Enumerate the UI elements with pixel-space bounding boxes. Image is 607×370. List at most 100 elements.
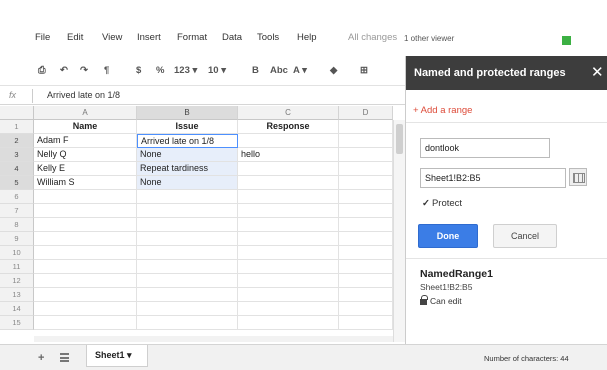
row-header-2[interactable]: 2 <box>0 134 34 148</box>
strikethrough-button[interactable]: Abc <box>270 65 288 76</box>
menu-view[interactable]: View <box>102 32 122 43</box>
range-reference-input[interactable]: Sheet1!B2:B5 <box>420 168 566 188</box>
row-header-15[interactable]: 15 <box>0 316 34 330</box>
add-range-link[interactable]: + Add a range <box>413 105 472 116</box>
protect-checkbox[interactable]: ✓ Protect <box>422 198 462 209</box>
select-range-icon[interactable] <box>569 168 587 186</box>
table-cell[interactable] <box>339 316 393 330</box>
table-cell[interactable] <box>34 260 137 274</box>
cell-d4[interactable] <box>339 162 393 176</box>
row-header-12[interactable]: 12 <box>0 274 34 288</box>
table-cell[interactable] <box>137 302 238 316</box>
menu-help[interactable]: Help <box>297 32 317 43</box>
done-button[interactable]: Done <box>418 224 478 248</box>
cancel-button[interactable]: Cancel <box>493 224 557 248</box>
cell-c5[interactable] <box>238 176 339 190</box>
row-header-3[interactable]: 3 <box>0 148 34 162</box>
table-cell[interactable] <box>339 218 393 232</box>
table-cell[interactable] <box>137 260 238 274</box>
table-cell[interactable] <box>339 232 393 246</box>
cell-b4[interactable]: Repeat tardiness <box>137 162 238 176</box>
spreadsheet-grid[interactable]: A B C D 1 2 3 4 5 6 7 8 9 10 11 12 13 14… <box>0 106 405 342</box>
add-sheet-icon[interactable]: + <box>38 352 44 364</box>
currency-format-button[interactable]: $ <box>136 65 141 76</box>
cell-d1[interactable] <box>339 120 393 134</box>
table-cell[interactable] <box>34 274 137 288</box>
cell-d5[interactable] <box>339 176 393 190</box>
row-header-11[interactable]: 11 <box>0 260 34 274</box>
table-cell[interactable] <box>34 232 137 246</box>
menu-data[interactable]: Data <box>222 32 242 43</box>
scrollbar-thumb[interactable] <box>396 124 403 154</box>
row-header-13[interactable]: 13 <box>0 288 34 302</box>
undo-icon[interactable]: ↶ <box>60 65 68 76</box>
row-header-9[interactable]: 9 <box>0 232 34 246</box>
row-header-8[interactable]: 8 <box>0 218 34 232</box>
cell-b2[interactable]: Arrived late on 1/8 <box>137 134 238 148</box>
all-sheets-icon[interactable] <box>60 353 69 362</box>
menu-edit[interactable]: Edit <box>67 32 83 43</box>
cell-a2[interactable]: Adam F <box>34 134 137 148</box>
cell-d3[interactable] <box>339 148 393 162</box>
select-all-corner[interactable] <box>0 106 34 120</box>
cell-b5[interactable]: None <box>137 176 238 190</box>
cell-c3[interactable]: hello <box>238 148 339 162</box>
table-cell[interactable] <box>339 204 393 218</box>
table-cell[interactable] <box>238 274 339 288</box>
vertical-scrollbar[interactable] <box>393 120 405 342</box>
table-cell[interactable] <box>34 190 137 204</box>
close-icon[interactable]: ✕ <box>591 63 604 81</box>
table-cell[interactable] <box>34 302 137 316</box>
cell-d2[interactable] <box>339 134 393 148</box>
column-header-b[interactable]: B <box>137 106 238 120</box>
table-cell[interactable] <box>238 232 339 246</box>
table-cell[interactable] <box>137 204 238 218</box>
row-header-10[interactable]: 10 <box>0 246 34 260</box>
table-cell[interactable] <box>34 288 137 302</box>
table-cell[interactable] <box>137 246 238 260</box>
table-cell[interactable] <box>238 190 339 204</box>
table-cell[interactable] <box>137 218 238 232</box>
row-header-5[interactable]: 5 <box>0 176 34 190</box>
table-cell[interactable] <box>238 204 339 218</box>
cell-a3[interactable]: Nelly Q <box>34 148 137 162</box>
table-cell[interactable] <box>137 190 238 204</box>
menu-file[interactable]: File <box>35 32 50 43</box>
column-header-d[interactable]: D <box>339 106 393 120</box>
table-cell[interactable] <box>339 288 393 302</box>
table-cell[interactable] <box>34 218 137 232</box>
table-cell[interactable] <box>238 218 339 232</box>
table-cell[interactable] <box>339 274 393 288</box>
cell-a1[interactable]: Name <box>34 120 137 134</box>
table-cell[interactable] <box>339 246 393 260</box>
table-cell[interactable] <box>238 288 339 302</box>
table-cell[interactable] <box>34 204 137 218</box>
table-cell[interactable] <box>34 316 137 330</box>
percent-format-button[interactable]: % <box>156 65 164 76</box>
table-cell[interactable] <box>238 302 339 316</box>
row-header-14[interactable]: 14 <box>0 302 34 316</box>
menu-format[interactable]: Format <box>177 32 207 43</box>
cell-b3[interactable]: None <box>137 148 238 162</box>
table-cell[interactable] <box>339 190 393 204</box>
row-header-4[interactable]: 4 <box>0 162 34 176</box>
formula-input[interactable]: Arrived late on 1/8 <box>47 90 120 100</box>
table-cell[interactable] <box>339 260 393 274</box>
paint-format-icon[interactable]: ¶ <box>104 65 109 76</box>
horizontal-scrollbar[interactable] <box>34 336 393 342</box>
table-cell[interactable] <box>238 246 339 260</box>
text-color-button[interactable]: A ▾ <box>293 65 307 76</box>
cell-c4[interactable] <box>238 162 339 176</box>
column-header-c[interactable]: C <box>238 106 339 120</box>
table-cell[interactable] <box>238 316 339 330</box>
redo-icon[interactable]: ↷ <box>80 65 88 76</box>
table-cell[interactable] <box>137 232 238 246</box>
fill-color-icon[interactable]: ◆ <box>330 65 337 76</box>
print-icon[interactable]: ⎙ <box>38 65 46 76</box>
row-header-6[interactable]: 6 <box>0 190 34 204</box>
table-cell[interactable] <box>137 274 238 288</box>
menu-insert[interactable]: Insert <box>137 32 161 43</box>
cell-c1[interactable]: Response <box>238 120 339 134</box>
row-header-7[interactable]: 7 <box>0 204 34 218</box>
cell-c2[interactable] <box>238 134 339 148</box>
